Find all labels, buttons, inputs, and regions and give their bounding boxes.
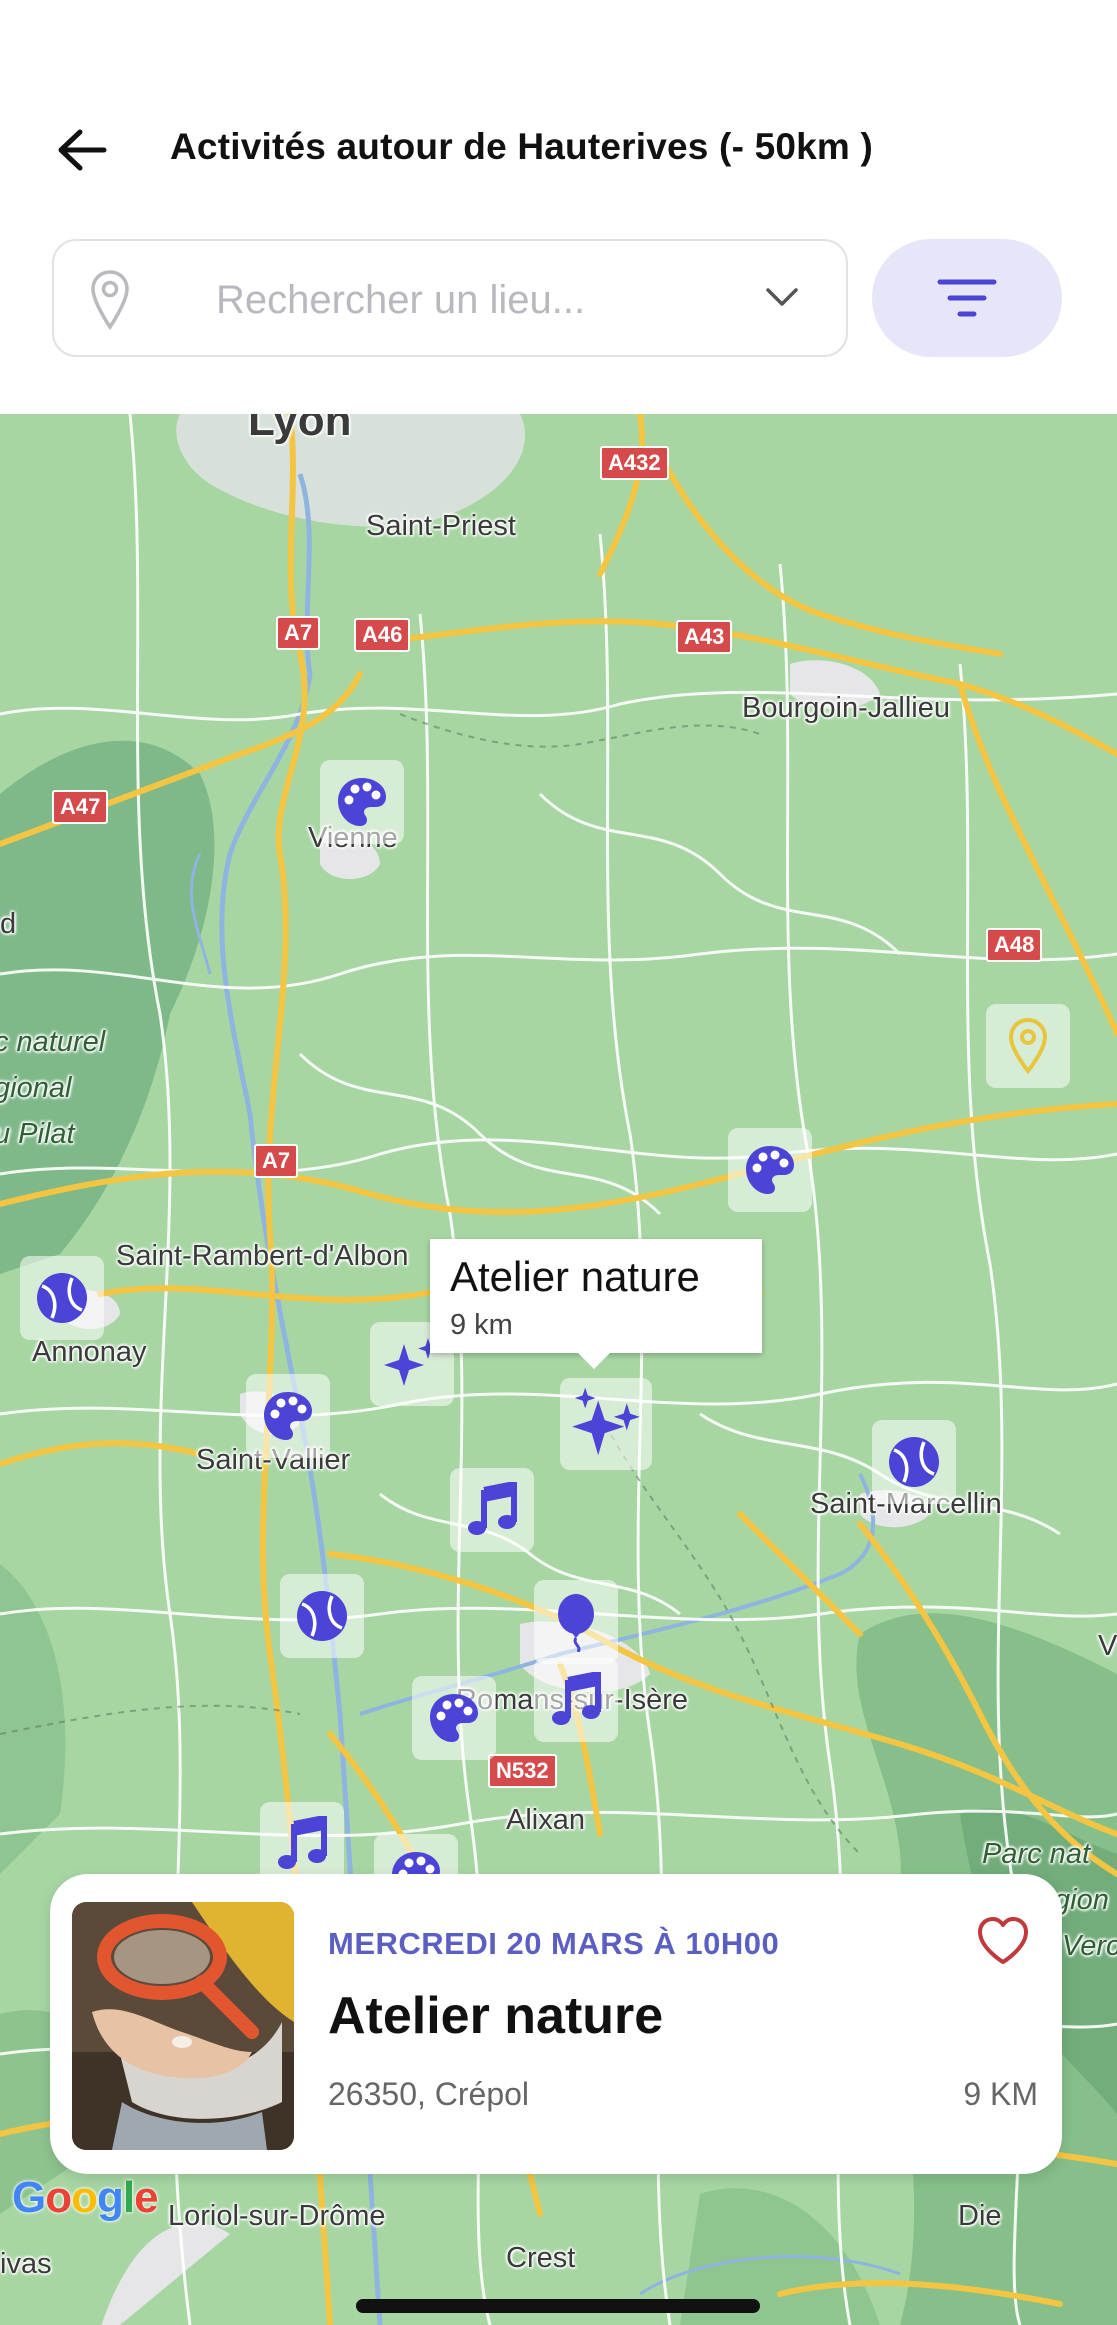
road-shield: N532: [488, 1754, 557, 1788]
activity-marker[interactable]: [320, 760, 404, 844]
place-label: Bourgoin-Jallieu: [742, 692, 950, 724]
tennis-ball-icon: [37, 1273, 87, 1323]
home-indicator[interactable]: [356, 2299, 760, 2313]
place-label: gion: [1054, 1884, 1109, 1916]
activity-date: MERCREDI 20 MARS À 10H00: [328, 1926, 780, 1961]
place-label: u Pilat: [0, 1118, 75, 1150]
back-button[interactable]: [50, 118, 114, 182]
search-field[interactable]: [52, 239, 848, 357]
road-shield: A43: [676, 620, 733, 654]
road-shield: A46: [354, 618, 411, 652]
arrow-left-icon: [58, 129, 107, 171]
tooltip-distance: 9 km: [450, 1309, 513, 1341]
road-shield: A7: [276, 616, 321, 650]
activity-marker[interactable]: [872, 1420, 956, 1504]
music-note-icon: [278, 1816, 327, 1869]
marker-tooltip[interactable]: Atelier nature 9 km: [430, 1239, 762, 1369]
place-label: V: [1098, 1630, 1117, 1662]
chevron-down-icon[interactable]: [762, 277, 802, 317]
activity-distance: 9 KM: [963, 2076, 1038, 2112]
location-pin-icon: [91, 270, 129, 331]
activity-marker[interactable]: [534, 1580, 618, 1664]
activity-marker[interactable]: [20, 1256, 104, 1340]
place-label: Parc nat: [982, 1838, 1090, 1870]
place-label: Annonay: [32, 1336, 147, 1368]
palette-icon: [746, 1146, 794, 1194]
palette-icon: [338, 778, 386, 826]
map-pin-icon: [1008, 1017, 1048, 1075]
activity-card[interactable]: MERCREDI 20 MARS À 10H00 Atelier nature …: [50, 1874, 1062, 2174]
top-bar: Activités autour de Hauterives (- 50km ): [0, 0, 1117, 414]
palette-icon: [430, 1694, 478, 1742]
google-logo: Google: [12, 2173, 159, 2222]
activity-marker[interactable]: [728, 1128, 812, 1212]
road-shield: A48: [986, 928, 1043, 962]
activity-marker[interactable]: [246, 1374, 330, 1458]
filter-icon: [937, 279, 997, 317]
place-label: Saint-Rambert-d'Albon: [116, 1240, 409, 1272]
page-title: Activités autour de Hauterives (- 50km ): [170, 126, 873, 167]
activity-name: Atelier nature: [328, 1987, 664, 2045]
road-shield: A47: [52, 790, 109, 824]
tooltip-title: Atelier nature: [450, 1253, 700, 1300]
map-pin-marker[interactable]: [986, 1004, 1070, 1088]
search-input[interactable]: [214, 271, 758, 329]
place-label: Lyon: [248, 414, 352, 445]
road-shield: A432: [600, 446, 669, 480]
place-label: Verc: [1062, 1930, 1117, 1962]
place-label: Die: [958, 2200, 1002, 2232]
balloon-icon: [558, 1594, 594, 1652]
sparkles-icon: [572, 1387, 640, 1456]
filter-button[interactable]: [872, 239, 1062, 357]
activity-marker[interactable]: [280, 1574, 364, 1658]
place-label: gional: [0, 1072, 72, 1104]
activity-location: 26350, Crépol: [328, 2076, 530, 2112]
tennis-ball-icon: [889, 1437, 939, 1487]
place-label: Crest: [506, 2242, 576, 2274]
music-note-icon: [552, 1672, 601, 1725]
music-note-icon: [468, 1482, 517, 1535]
palette-icon: [264, 1392, 312, 1440]
place-label: Loriol-sur-Drôme: [168, 2200, 386, 2232]
place-label: c naturel: [0, 1026, 106, 1058]
place-label: d: [0, 908, 17, 940]
favorite-heart-icon[interactable]: [976, 1916, 1030, 1966]
place-label: Alixan: [506, 1804, 585, 1836]
activity-photo: [72, 1902, 294, 2150]
activity-marker[interactable]: [534, 1658, 618, 1742]
place-label: Saint-Priest: [366, 510, 516, 542]
tennis-ball-icon: [297, 1591, 347, 1641]
activity-marker[interactable]: [450, 1468, 534, 1552]
place-label: ivas: [0, 2248, 52, 2280]
road-shield: A7: [254, 1144, 299, 1178]
activity-marker-selected[interactable]: [560, 1378, 652, 1470]
activity-marker[interactable]: [412, 1676, 496, 1760]
